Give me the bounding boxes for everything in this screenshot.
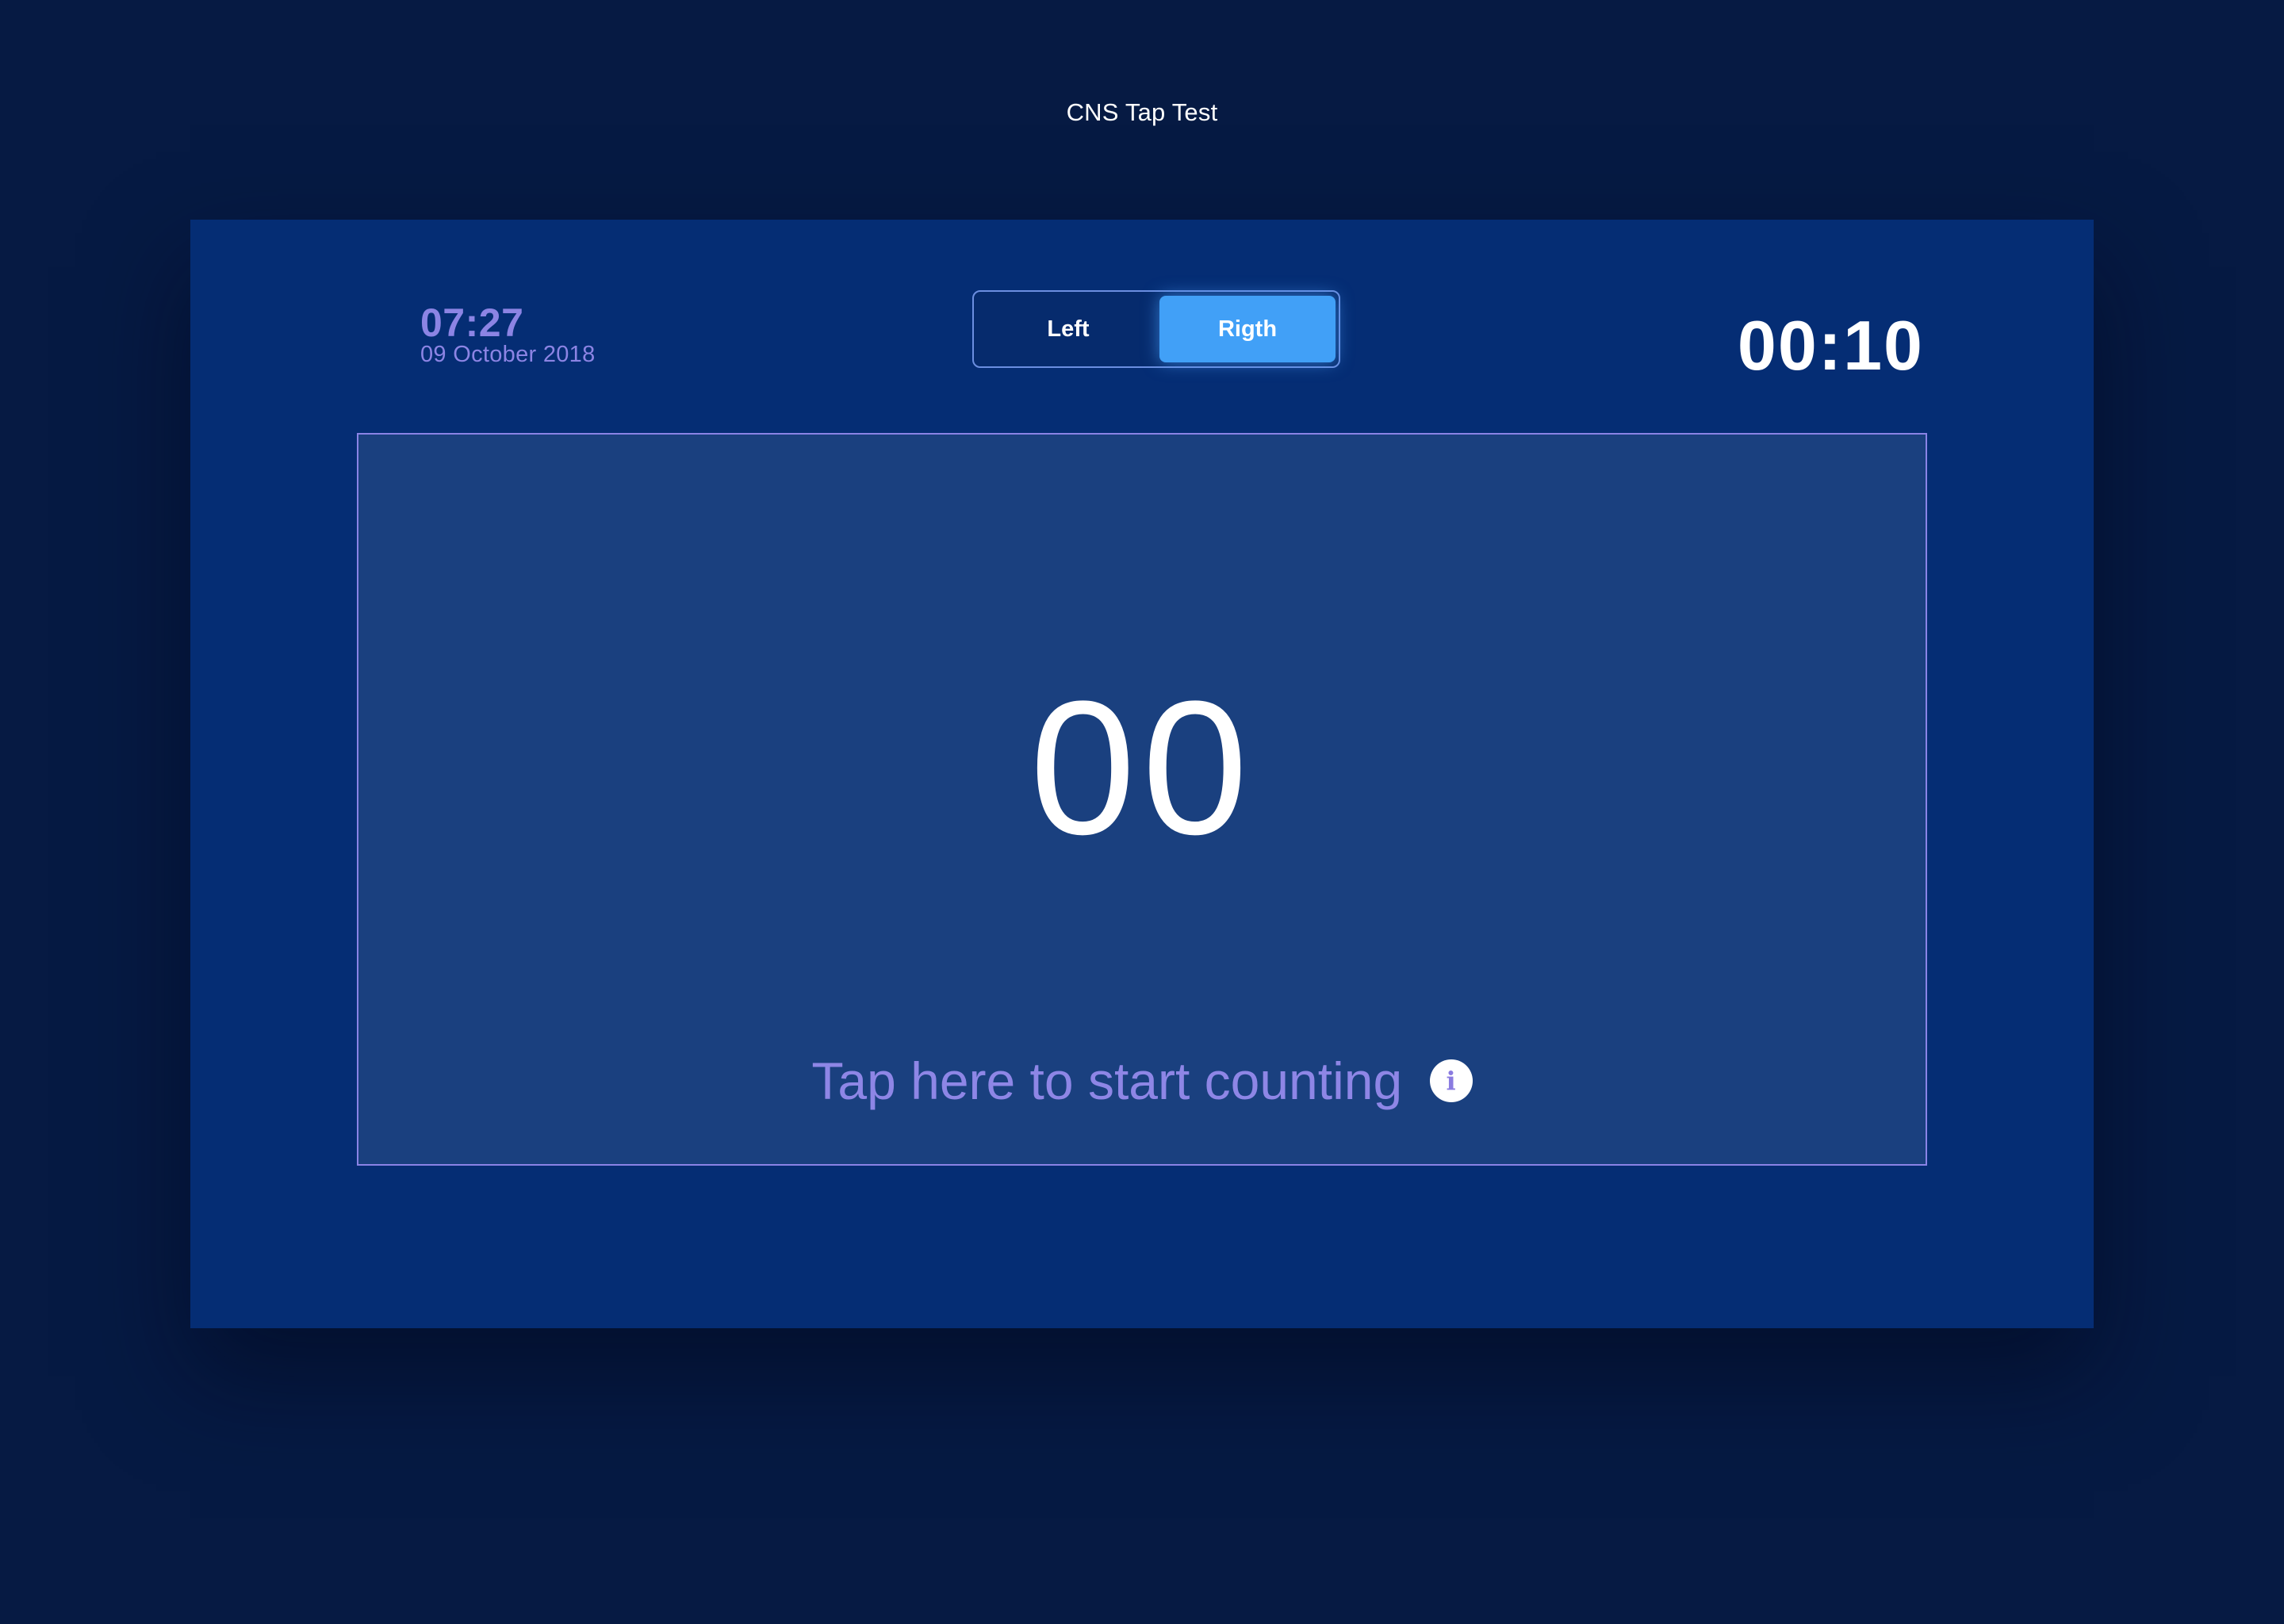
clock-date: 09 October 2018 [420,342,596,367]
clock-time: 07:27 [420,301,524,345]
tap-area[interactable]: 00 Tap here to start counting i [357,433,1927,1166]
tap-counter: 00 [1029,661,1255,874]
toggle-left-button[interactable]: Left [980,296,1156,362]
countdown-timer: 00:10 [1737,306,1924,385]
toggle-right-button[interactable]: Rigth [1159,296,1336,362]
tap-prompt: Tap here to start counting [811,1051,1403,1110]
page-title: CNS Tap Test [1066,98,1218,126]
app-background: CNS Tap Test 07:27 09 October 2018 Left … [0,0,2284,1624]
hand-toggle: Left Rigth [972,290,1340,368]
clock: 07:27 09 October 2018 [420,301,596,369]
prompt-row: Tap here to start counting i [358,1049,1926,1113]
test-panel: 07:27 09 October 2018 Left Rigth 00:10 0… [190,220,2094,1328]
info-icon[interactable]: i [1429,1059,1473,1102]
